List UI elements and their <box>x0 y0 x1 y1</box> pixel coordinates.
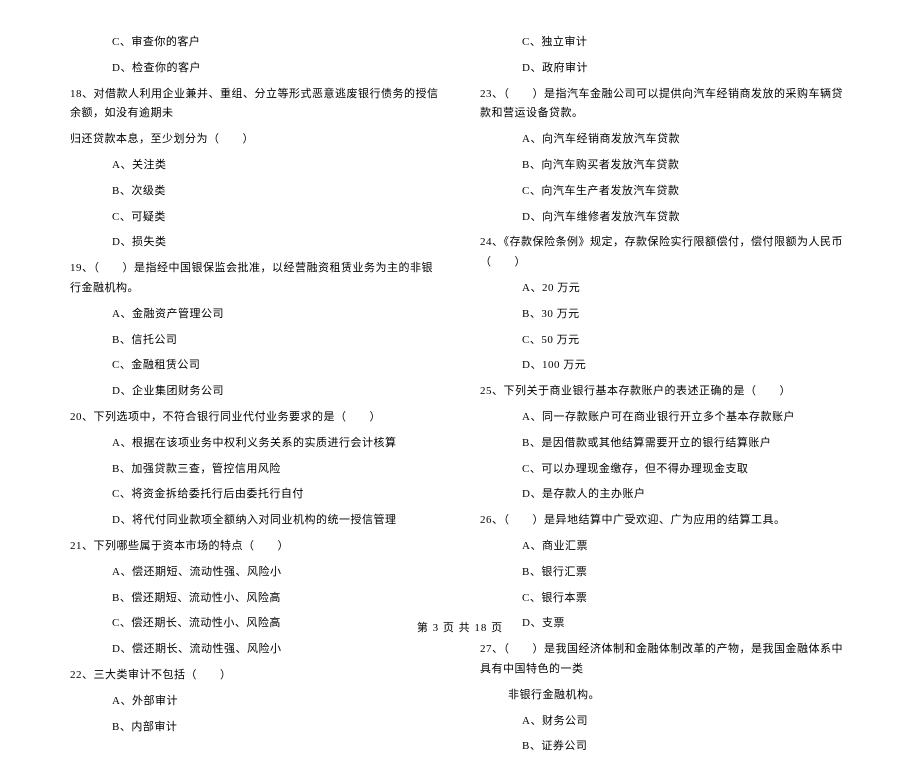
answer-option: A、向汽车经销商发放汽车贷款 <box>480 127 850 153</box>
answer-option: C、独立审计 <box>480 30 850 56</box>
question-text: 25、下列关于商业银行基本存款账户的表述正确的是（ ） <box>480 379 850 405</box>
answer-option: C、向汽车生产者发放汽车贷款 <box>480 179 850 205</box>
answer-option: A、同一存款账户可在商业银行开立多个基本存款账户 <box>480 405 850 431</box>
answer-option: A、偿还期短、流动性强、风险小 <box>70 560 440 586</box>
answer-option: D、将代付同业款项全额纳入对同业机构的统一授信管理 <box>70 508 440 534</box>
answer-option: C、银行本票 <box>480 586 850 612</box>
answer-option: C、审查你的客户 <box>70 30 440 56</box>
answer-option: B、次级类 <box>70 179 440 205</box>
answer-option: B、向汽车购买者发放汽车贷款 <box>480 153 850 179</box>
answer-option: D、损失类 <box>70 230 440 256</box>
question-text: 24、《存款保险条例》规定，存款保险实行限额偿付，偿付限额为人民币（ ） <box>480 230 850 276</box>
answer-option: A、外部审计 <box>70 689 440 715</box>
answer-option: D、政府审计 <box>480 56 850 82</box>
answer-option: C、可以办理现金缴存，但不得办理现金支取 <box>480 457 850 483</box>
answer-option: A、金融资产管理公司 <box>70 302 440 328</box>
right-column: C、独立审计D、政府审计23、（ ）是指汽车金融公司可以提供向汽车经销商发放的采… <box>480 30 850 760</box>
question-text: 22、三大类审计不包括（ ） <box>70 663 440 689</box>
answer-option: B、是因借款或其他结算需要开立的银行结算账户 <box>480 431 850 457</box>
answer-option: C、50 万元 <box>480 328 850 354</box>
answer-option: D、偿还期长、流动性强、风险小 <box>70 637 440 663</box>
answer-option: A、20 万元 <box>480 276 850 302</box>
question-text: 21、下列哪些属于资本市场的特点（ ） <box>70 534 440 560</box>
left-column: C、审查你的客户D、检查你的客户18、对借款人利用企业兼并、重组、分立等形式恶意… <box>70 30 440 760</box>
question-text: 18、对借款人利用企业兼并、重组、分立等形式恶意逃废银行债务的授信余额，如没有逾… <box>70 82 440 128</box>
answer-option: D、检查你的客户 <box>70 56 440 82</box>
answer-option: D、企业集团财务公司 <box>70 379 440 405</box>
question-text: 19、（ ）是指经中国银保监会批准，以经营融资租赁业务为主的非银行金融机构。 <box>70 256 440 302</box>
answer-option: B、信托公司 <box>70 328 440 354</box>
question-text: 27、（ ）是我国经济体制和金融体制改革的产物，是我国金融体系中具有中国特色的一… <box>480 637 850 683</box>
question-text: 23、（ ）是指汽车金融公司可以提供向汽车经销商发放的采购车辆贷款和营运设备贷款… <box>480 82 850 128</box>
answer-option: D、100 万元 <box>480 353 850 379</box>
answer-option: C、将资金拆给委托行后由委托行自付 <box>70 482 440 508</box>
question-text: 26、（ ）是异地结算中广受欢迎、广为应用的结算工具。 <box>480 508 850 534</box>
answer-option: A、商业汇票 <box>480 534 850 560</box>
answer-option: A、财务公司 <box>480 709 850 735</box>
answer-option: B、内部审计 <box>70 715 440 741</box>
answer-option: D、是存款人的主办账户 <box>480 482 850 508</box>
answer-option: C、金融租赁公司 <box>70 353 440 379</box>
answer-option: A、关注类 <box>70 153 440 179</box>
answer-option: B、30 万元 <box>480 302 850 328</box>
answer-option: B、加强贷款三查，管控信用风险 <box>70 457 440 483</box>
answer-option: A、根据在该项业务中权利义务关系的实质进行会计核算 <box>70 431 440 457</box>
answer-option: B、证券公司 <box>480 734 850 760</box>
answer-option: D、向汽车维修者发放汽车贷款 <box>480 205 850 231</box>
question-continuation: 归还贷款本息，至少划分为（ ） <box>70 127 440 153</box>
question-continuation: 非银行金融机构。 <box>480 683 850 709</box>
answer-option: B、偿还期短、流动性小、风险高 <box>70 586 440 612</box>
page-footer: 第 3 页 共 18 页 <box>0 619 920 635</box>
answer-option: C、可疑类 <box>70 205 440 231</box>
answer-option: B、银行汇票 <box>480 560 850 586</box>
question-text: 20、下列选项中，不符合银行同业代付业务要求的是（ ） <box>70 405 440 431</box>
page-container: C、审查你的客户D、检查你的客户18、对借款人利用企业兼并、重组、分立等形式恶意… <box>0 0 920 760</box>
